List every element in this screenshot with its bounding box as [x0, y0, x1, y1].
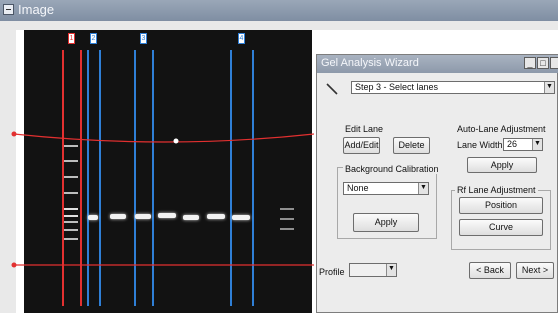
auto-lane-apply-button[interactable]: Apply	[467, 157, 537, 173]
position-button[interactable]: Position	[459, 197, 543, 214]
rf-top-mid-handle[interactable]	[173, 138, 179, 144]
delete-button[interactable]: Delete	[393, 137, 430, 154]
rf-top-line[interactable]	[13, 133, 315, 143]
auto-lane-label: Auto-Lane Adjustment	[457, 124, 546, 134]
step-dropdown-value: Step 3 - Select lanes	[355, 82, 439, 92]
background-method-dropdown[interactable]: None ▼	[343, 182, 429, 195]
chevron-down-icon: ▼	[544, 82, 554, 93]
lane-width-dropdown[interactable]: 26 ▼	[503, 138, 543, 151]
minimize-icon[interactable]: _	[524, 57, 536, 69]
profile-label: Profile	[319, 267, 345, 277]
profile-dropdown[interactable]: ▼	[349, 263, 397, 277]
chevron-down-icon: ▼	[532, 139, 542, 150]
lane-width-label: Lane Width	[457, 140, 503, 150]
next-button[interactable]: Next >	[516, 262, 554, 279]
maximize-icon[interactable]: □	[537, 57, 549, 69]
gel-analysis-wizard: Gel Analysis Wizard _ □ Step 3 - Select …	[316, 54, 558, 313]
step-dropdown[interactable]: Step 3 - Select lanes ▼	[351, 81, 555, 94]
rf-bottom-left-handle[interactable]	[11, 262, 17, 268]
lane-width-value: 26	[507, 139, 518, 149]
edit-lane-label: Edit Lane	[345, 124, 384, 134]
chevron-down-icon: ▼	[418, 183, 428, 194]
wand-icon	[325, 82, 339, 96]
close-icon[interactable]	[550, 57, 558, 69]
wizard-titlebar[interactable]: Gel Analysis Wizard _ □	[317, 55, 558, 73]
background-calibration-label: Background Calibration	[343, 164, 441, 174]
wizard-title: Gel Analysis Wizard	[321, 57, 419, 69]
back-button[interactable]: < Back	[469, 262, 511, 279]
curve-button[interactable]: Curve	[459, 219, 543, 236]
background-method-value: None	[347, 183, 369, 193]
background-apply-button[interactable]: Apply	[353, 213, 419, 232]
rf-top-left-handle[interactable]	[11, 131, 17, 137]
add-edit-button[interactable]: Add/Edit	[343, 137, 380, 154]
rf-lane-label: Rf Lane Adjustment	[455, 185, 538, 195]
chevron-down-icon: ▼	[386, 264, 396, 276]
